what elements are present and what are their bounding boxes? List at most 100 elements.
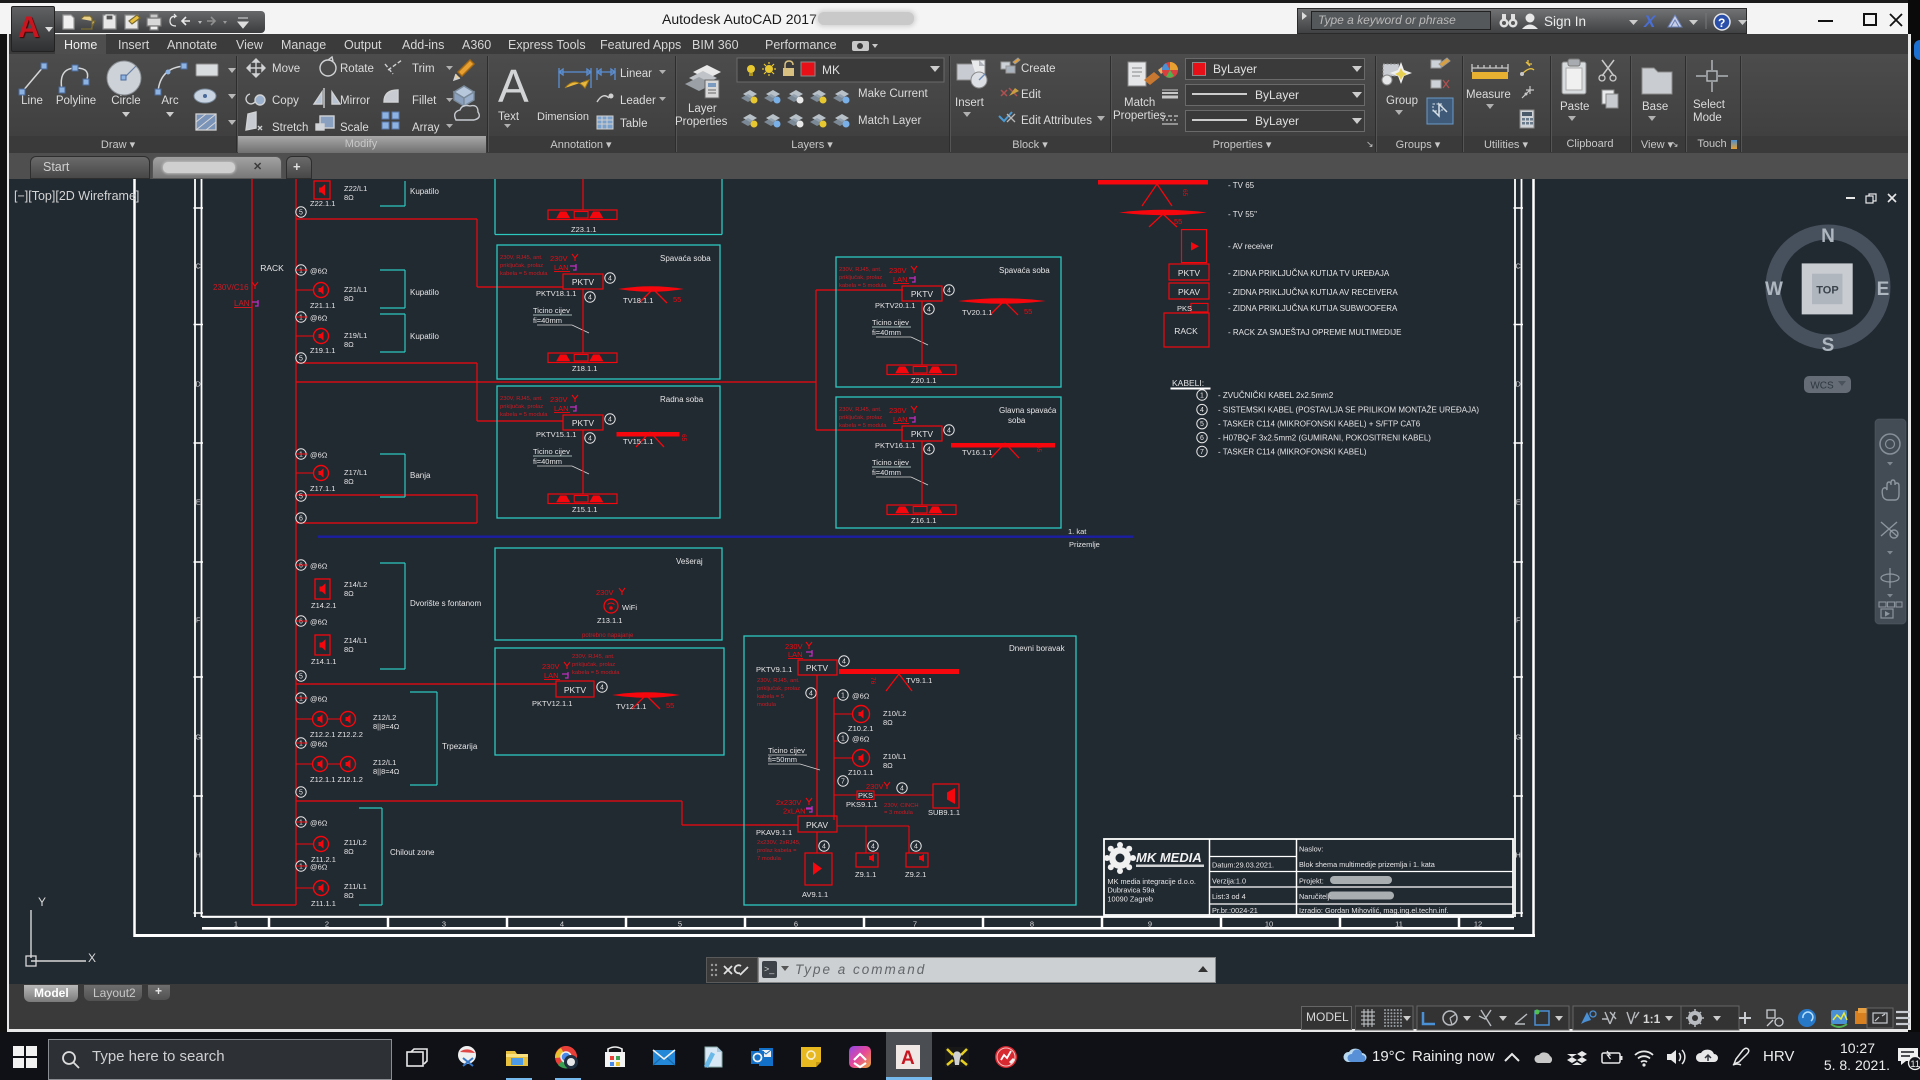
svg-text:E: E [1877, 279, 1890, 300]
svg-text:E: E [196, 500, 201, 507]
svg-text:6: 6 [1200, 435, 1204, 442]
svg-text:PKTV: PKTV [564, 685, 587, 695]
svg-text:10090 Zagreb: 10090 Zagreb [1108, 895, 1153, 904]
svg-text:7 modula: 7 modula [757, 856, 782, 862]
svg-text:1:1: 1:1 [1643, 1012, 1661, 1026]
svg-text:Insert: Insert [955, 97, 985, 109]
svg-text:@6Ω: @6Ω [852, 692, 870, 701]
svg-text:Ticino cijev: Ticino cijev [872, 318, 909, 327]
svg-text:55: 55 [673, 295, 681, 304]
svg-text:- ZIDNA PRIKLJUČNA KUTIJA AV R: - ZIDNA PRIKLJUČNA KUTIJA AV RECEIVERA [1228, 288, 1398, 297]
svg-text:Z22/L1: Z22/L1 [344, 184, 367, 193]
svg-text:Prizemlje: Prizemlje [1069, 540, 1100, 549]
svg-text:PKTV16.1.1: PKTV16.1.1 [875, 441, 915, 450]
svg-text:Spavaća soba: Spavaća soba [660, 254, 711, 263]
svg-text:Z13.1.1: Z13.1.1 [597, 616, 622, 625]
svg-text:Trim: Trim [412, 63, 435, 75]
svg-text:Z14/L2: Z14/L2 [344, 580, 367, 589]
svg-text:Z10.2.1: Z10.2.1 [848, 724, 873, 733]
svg-text:1: 1 [841, 736, 845, 743]
svg-text:Z14/L1: Z14/L1 [344, 636, 367, 645]
svg-text:4: 4 [822, 844, 826, 851]
svg-text:5: 5 [299, 494, 303, 501]
svg-text:4: 4 [900, 786, 904, 793]
svg-text:WiFi: WiFi [622, 603, 637, 612]
svg-text:Ticino cijev: Ticino cijev [533, 447, 570, 456]
svg-text:2x230V, 2xRJ45,: 2x230V, 2xRJ45, [757, 840, 801, 846]
svg-text:Z19/L1: Z19/L1 [344, 331, 367, 340]
svg-text:- ZVUČNIČKI KABEL 2x2.5mm2: - ZVUČNIČKI KABEL 2x2.5mm2 [1218, 391, 1334, 400]
svg-text:LAN: LAN [893, 275, 908, 284]
svg-text:LAN: LAN [554, 404, 569, 413]
svg-text:8Ω: 8Ω [344, 340, 354, 349]
svg-text:Z12.2.1 Z12.2.2: Z12.2.1 Z12.2.2 [310, 730, 363, 739]
svg-text:4: 4 [809, 691, 813, 698]
svg-text:230V: 230V [542, 662, 560, 671]
svg-text:= 3 modula: = 3 modula [884, 810, 914, 816]
svg-text:4: 4 [588, 436, 592, 443]
svg-text:Ticino cijev: Ticino cijev [872, 458, 909, 467]
svg-text:TV16.1.1: TV16.1.1 [962, 448, 992, 457]
svg-text:230V, CINCH: 230V, CINCH [884, 803, 919, 809]
svg-text:@6Ω: @6Ω [852, 735, 870, 744]
svg-text:Dimension: Dimension [537, 111, 589, 123]
svg-text:LAN: LAN [554, 263, 569, 272]
svg-text:Kupatilo: Kupatilo [410, 332, 439, 341]
svg-text:Verzija:1.0: Verzija:1.0 [1212, 877, 1246, 886]
svg-text:List:3 od 4: List:3 od 4 [1212, 892, 1246, 901]
svg-text:Z14.1.1: Z14.1.1 [311, 657, 336, 666]
svg-text:Trpezarija: Trpezarija [442, 742, 478, 751]
svg-text:230V: 230V [550, 254, 568, 263]
svg-text:PKTV: PKTV [911, 289, 934, 299]
svg-text:- ZIDNA PRIKLJUČNA KUTIJA TV U: - ZIDNA PRIKLJUČNA KUTIJA TV UREĐAJA [1228, 269, 1390, 278]
svg-text:Z14.2.1: Z14.2.1 [311, 601, 336, 610]
svg-text:Z21.1.1: Z21.1.1 [310, 301, 335, 310]
svg-text:priključak, prolaz: priključak, prolaz [500, 404, 543, 410]
svg-text:F: F [196, 618, 200, 625]
svg-text:kabela = 5 modula: kabela = 5 modula [839, 283, 887, 289]
svg-text:Stretch: Stretch [272, 122, 308, 134]
svg-text:G: G [195, 735, 200, 742]
svg-text:MK: MK [822, 63, 840, 77]
svg-text:C: C [196, 264, 201, 271]
svg-text:PKTV18.1.1: PKTV18.1.1 [536, 289, 576, 298]
svg-text:PKTV20.1.1: PKTV20.1.1 [875, 301, 915, 310]
svg-text:Mode: Mode [1693, 112, 1722, 124]
svg-text:TV9.1.1: TV9.1.1 [906, 676, 932, 685]
svg-text:2xLAN: 2xLAN [783, 807, 806, 816]
svg-text:Match Layer: Match Layer [858, 115, 921, 127]
svg-text:@6Ω: @6Ω [310, 618, 328, 627]
svg-text:8Ω: 8Ω [344, 477, 354, 486]
svg-text:TV15.1.1: TV15.1.1 [623, 437, 653, 446]
svg-text:Z17/L1: Z17/L1 [344, 468, 367, 477]
svg-text:Linear: Linear [620, 68, 652, 80]
svg-text:A: A [498, 60, 529, 112]
svg-text:7: 7 [1200, 449, 1204, 456]
svg-text:PKTV15.1.1: PKTV15.1.1 [536, 430, 576, 439]
svg-text:7: 7 [913, 920, 917, 929]
svg-text:LAN: LAN [893, 415, 908, 424]
svg-text:8Ω: 8Ω [344, 645, 354, 654]
svg-text:11: 11 [1395, 920, 1403, 929]
svg-text:- ZIDNA PRIKLJUČNA KUTIJA SUBW: - ZIDNA PRIKLJUČNA KUTIJA SUBWOOFERA [1228, 304, 1398, 313]
svg-text:PKAV9.1.1: PKAV9.1.1 [756, 828, 792, 837]
svg-text:Z11/L2: Z11/L2 [344, 838, 367, 847]
svg-text:230V, RJ45, ant.: 230V, RJ45, ant. [500, 396, 543, 402]
svg-text:3: 3 [442, 920, 446, 929]
svg-text:- TASKER C114 (MIKROFONSKI KAB: - TASKER C114 (MIKROFONSKI KABEL) + S/FT… [1218, 420, 1421, 429]
svg-text:8Ω: 8Ω [344, 193, 354, 202]
svg-text:4: 4 [1200, 407, 1204, 414]
svg-text:PKAV: PKAV [806, 820, 828, 830]
svg-text:potrebno napajanje: potrebno napajanje [582, 633, 634, 639]
svg-text:W: W [1765, 279, 1783, 300]
svg-text:65: 65 [1181, 189, 1188, 197]
svg-text:Z16.1.1: Z16.1.1 [911, 516, 936, 525]
svg-text:5: 5 [678, 920, 682, 929]
svg-text:Spavaća soba: Spavaća soba [999, 266, 1050, 275]
svg-text:kabela = 5: kabela = 5 [757, 694, 784, 700]
svg-text:PKTV9.1.1: PKTV9.1.1 [756, 665, 792, 674]
svg-text:Z17.1.1: Z17.1.1 [310, 484, 335, 493]
svg-text:PKTV: PKTV [806, 663, 829, 673]
svg-text:PKTV: PKTV [911, 429, 934, 439]
svg-text:Naručitelj:: Naručitelj: [1299, 892, 1331, 901]
